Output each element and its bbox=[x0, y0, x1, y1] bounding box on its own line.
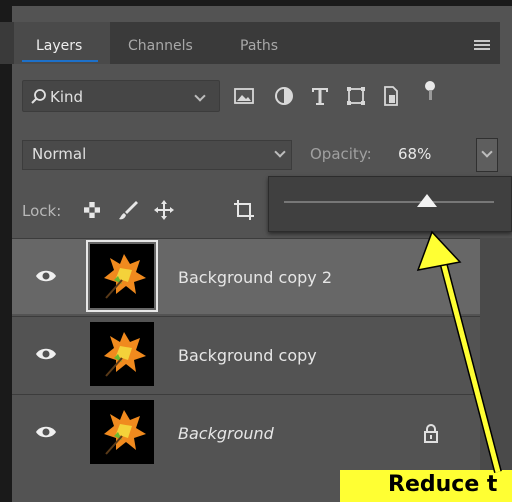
opacity-field[interactable]: 68% bbox=[398, 145, 431, 163]
adjustment-filter-icon[interactable] bbox=[272, 84, 296, 108]
lock-artboard-icon[interactable] bbox=[232, 198, 256, 222]
tab-layers[interactable]: Layers bbox=[36, 38, 82, 54]
image-filter-icon[interactable] bbox=[232, 84, 256, 108]
layer-thumbnail[interactable] bbox=[90, 322, 154, 386]
filter-toggle-icon[interactable] bbox=[418, 78, 442, 102]
active-tab-indicator bbox=[22, 60, 98, 62]
opacity-slider-popup bbox=[268, 176, 512, 232]
type-filter-icon[interactable] bbox=[308, 84, 332, 108]
visibility-eye-icon[interactable] bbox=[34, 420, 58, 444]
opacity-slider-thumb[interactable] bbox=[416, 194, 437, 207]
layers-scroll-gutter[interactable] bbox=[480, 238, 512, 470]
layer-name[interactable]: Background copy 2 bbox=[178, 268, 332, 287]
search-icon bbox=[31, 89, 46, 104]
visibility-eye-icon[interactable] bbox=[34, 264, 58, 288]
layer-thumbnail[interactable] bbox=[90, 244, 154, 308]
layer-name[interactable]: Background copy bbox=[178, 346, 317, 365]
filter-kind-label: Kind bbox=[50, 88, 84, 106]
tab-channels[interactable]: Channels bbox=[128, 38, 193, 54]
visibility-eye-icon[interactable] bbox=[34, 342, 58, 366]
lock-position-icon[interactable] bbox=[152, 198, 176, 222]
panel-menu-icon[interactable] bbox=[474, 40, 490, 50]
lock-image-pixels-icon[interactable] bbox=[116, 198, 140, 222]
layer-name[interactable]: Background bbox=[178, 424, 274, 443]
lock-transparent-pixels-icon[interactable] bbox=[80, 198, 104, 222]
smart-object-filter-icon[interactable] bbox=[378, 84, 402, 108]
shape-filter-icon[interactable] bbox=[344, 84, 368, 108]
opacity-slider-track[interactable] bbox=[284, 201, 494, 203]
opacity-label: Opacity: bbox=[310, 145, 372, 163]
callout-box: Reduce t bbox=[340, 470, 512, 502]
blend-mode-value: Normal bbox=[32, 145, 87, 163]
padlock-icon bbox=[420, 422, 444, 446]
tab-paths[interactable]: Paths bbox=[240, 38, 278, 54]
callout-text: Reduce t bbox=[388, 472, 498, 497]
lock-label: Lock: bbox=[22, 202, 62, 220]
layer-thumbnail[interactable] bbox=[90, 400, 154, 464]
